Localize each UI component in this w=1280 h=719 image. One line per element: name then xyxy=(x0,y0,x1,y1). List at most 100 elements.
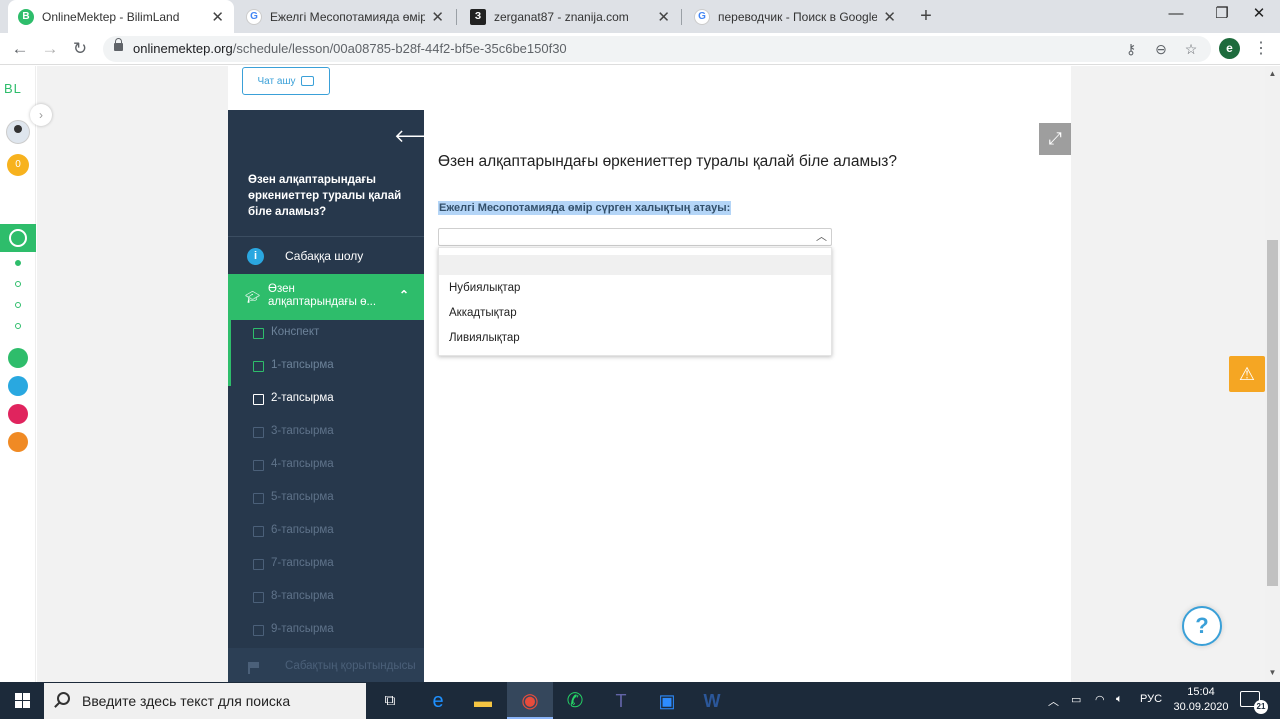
tab-title: zerganat87 - znanija.com xyxy=(494,9,629,24)
volume-icon[interactable]: 🔈︎ xyxy=(1116,693,1123,706)
whatsapp-icon[interactable]: ✆ xyxy=(560,686,590,716)
sidebar-item-overview[interactable]: i Сабаққа шолу xyxy=(228,240,424,276)
app-icon[interactable] xyxy=(8,348,28,368)
task-view-icon[interactable]: ⧉ xyxy=(375,686,405,716)
rail-dot[interactable] xyxy=(15,323,21,329)
close-icon[interactable]: ✕ xyxy=(431,8,444,26)
rail-dot[interactable] xyxy=(15,281,21,287)
lesson-sidebar: 🡐 Өзен алқаптарындағы өркениеттер туралы… xyxy=(228,110,424,682)
key-icon[interactable]: ⚷ xyxy=(1121,39,1141,59)
app-icon[interactable] xyxy=(8,432,28,452)
answer-select[interactable]: ︿ xyxy=(438,228,832,246)
zoom-icon[interactable]: ⊖ xyxy=(1151,39,1171,59)
screen: B OnlineMektep - BilimLand ✕ G Ежелгі Ме… xyxy=(0,0,1280,719)
sidebar-item-label: Конспект xyxy=(271,326,320,338)
sidebar-item-task-6[interactable]: 6-тапсырма xyxy=(228,518,424,551)
dropdown-option[interactable]: Нубиялықтар xyxy=(439,278,831,298)
bilimland-logo[interactable]: BL xyxy=(4,81,22,96)
info-icon: i xyxy=(247,248,264,265)
rail-active-item[interactable] xyxy=(0,224,36,252)
close-icon[interactable]: ✕ xyxy=(657,8,670,26)
battery-icon[interactable]: ▭ xyxy=(1071,693,1081,706)
word-icon[interactable]: W xyxy=(697,686,727,716)
profile-avatar[interactable]: e xyxy=(1219,38,1240,59)
arrow-left-icon[interactable]: 🡐 xyxy=(394,126,424,147)
user-avatar[interactable] xyxy=(6,120,30,144)
sidebar-item-label: 2-тапсырма xyxy=(271,392,334,404)
fullscreen-icon[interactable]: ⤢ xyxy=(1039,123,1071,155)
tab-strip: B OnlineMektep - BilimLand ✕ G Ежелгі Ме… xyxy=(0,0,1280,33)
rail-dot[interactable] xyxy=(15,302,21,308)
dropdown-option[interactable]: Аккадтықтар xyxy=(439,303,831,323)
divider xyxy=(228,236,424,237)
close-icon[interactable]: ✕ xyxy=(883,8,896,26)
bookmark-star-icon[interactable]: ☆ xyxy=(1181,39,1201,59)
sidebar-item-task-9[interactable]: 9-тапсырма xyxy=(228,617,424,650)
browser-toolbar: ← → ↻ onlinemektep.org/schedule/lesson/0… xyxy=(0,33,1280,65)
wifi-icon[interactable]: ◠ xyxy=(1095,693,1105,706)
chevron-right-icon[interactable]: › xyxy=(30,104,52,126)
sidebar-section-label: Өзен алқаптарындағы ө... xyxy=(268,283,392,309)
sidebar-item-label: 7-тапсырма xyxy=(271,557,334,569)
teams-icon[interactable]: T xyxy=(606,686,636,716)
tab-separator xyxy=(456,9,457,25)
help-button[interactable]: ? xyxy=(1182,606,1222,646)
scroll-up-icon[interactable]: ▲ xyxy=(1265,67,1280,81)
taskbar-search[interactable]: Введите здесь текст для поиска xyxy=(44,683,366,719)
tab-onlinemektep[interactable]: B OnlineMektep - BilimLand ✕ xyxy=(8,0,234,33)
chrome-icon[interactable]: ◉ xyxy=(515,686,545,716)
close-icon[interactable]: ✕ xyxy=(211,8,224,26)
reload-icon[interactable]: ↻ xyxy=(68,37,92,61)
language-indicator[interactable]: РУС xyxy=(1140,693,1162,705)
tab-google-translator[interactable]: G переводчик - Поиск в Google ✕ xyxy=(684,0,906,33)
forward-icon[interactable]: → xyxy=(38,37,62,61)
sidebar-item-task-4[interactable]: 4-тапсырма xyxy=(228,452,424,485)
sidebar-item-summary[interactable]: Сабақтың қорытындысы xyxy=(228,648,424,682)
search-icon xyxy=(57,692,70,705)
app-icon[interactable] xyxy=(8,404,28,424)
new-tab-button[interactable]: + xyxy=(914,4,938,28)
back-icon[interactable]: ← xyxy=(8,37,32,61)
start-button[interactable] xyxy=(0,682,44,719)
tab-znanija[interactable]: З zerganat87 - znanija.com ✕ xyxy=(460,0,680,33)
tab-title: переводчик - Поиск в Google xyxy=(718,9,878,24)
minimize-icon[interactable]: — xyxy=(1153,0,1199,30)
dropdown-option-empty[interactable] xyxy=(439,255,831,275)
browser-menu-icon[interactable]: ⋮ xyxy=(1253,37,1269,61)
file-explorer-icon[interactable]: ▬ xyxy=(468,686,498,716)
chevron-up-icon[interactable]: ⌃ xyxy=(399,288,409,302)
sidebar-item-task-2[interactable]: 2-тапсырма xyxy=(228,386,424,419)
report-button[interactable]: ⚠ xyxy=(1229,356,1265,392)
sidebar-item-task-1[interactable]: 1-тапсырма xyxy=(228,353,424,386)
chevron-up-icon[interactable]: ︿ xyxy=(1048,693,1059,709)
rail-dot[interactable] xyxy=(15,260,21,266)
tab-google-mesopotamia[interactable]: G Ежелгі Месопотамияда өмір сү ✕ xyxy=(236,0,454,33)
scroll-down-icon[interactable]: ▼ xyxy=(1265,666,1280,680)
clock[interactable]: 15:04 30.09.2020 xyxy=(1170,685,1232,715)
chevron-up-icon: ︿ xyxy=(816,231,827,243)
dropdown-option[interactable]: Ливиялықтар xyxy=(439,328,831,348)
sidebar-item-task-5[interactable]: 5-тапсырма xyxy=(228,485,424,518)
open-chat-button[interactable]: Чат ашу xyxy=(242,67,330,95)
zoom-app-icon[interactable]: ▣ xyxy=(652,686,682,716)
edit-icon xyxy=(253,625,264,636)
sidebar-item-task-3[interactable]: 3-тапсырма xyxy=(228,419,424,452)
edit-icon xyxy=(253,427,264,438)
window-close-icon[interactable]: ✕ xyxy=(1236,0,1280,30)
scrollbar-thumb[interactable] xyxy=(1267,240,1278,586)
sidebar-item-task-7[interactable]: 7-тапсырма xyxy=(228,551,424,584)
warning-icon: ⚠ xyxy=(1238,364,1256,384)
question-prompt: Ежелгі Месопотамияда өмір сүрген халықты… xyxy=(438,201,732,215)
sidebar-item-label: 4-тапсырма xyxy=(271,458,334,470)
bilimland-icon: B xyxy=(18,8,34,25)
notifications-icon[interactable]: 21 xyxy=(1240,691,1268,714)
edit-icon xyxy=(253,526,264,537)
sidebar-item-task-8[interactable]: 8-тапсырма xyxy=(228,584,424,617)
edge-icon[interactable]: e xyxy=(423,686,453,716)
lesson-title: Өзен алқаптарындағы өркениеттер туралы қ… xyxy=(248,174,402,218)
sidebar-section-active[interactable]: 🎓︎ Өзен алқаптарындағы ө... ⌃ xyxy=(228,274,424,320)
sidebar-item-konspekt[interactable]: Конспект xyxy=(228,320,424,353)
app-icon[interactable] xyxy=(8,376,28,396)
address-bar[interactable]: onlinemektep.org/schedule/lesson/00a0878… xyxy=(103,36,1211,62)
date: 30.09.2020 xyxy=(1173,701,1229,713)
